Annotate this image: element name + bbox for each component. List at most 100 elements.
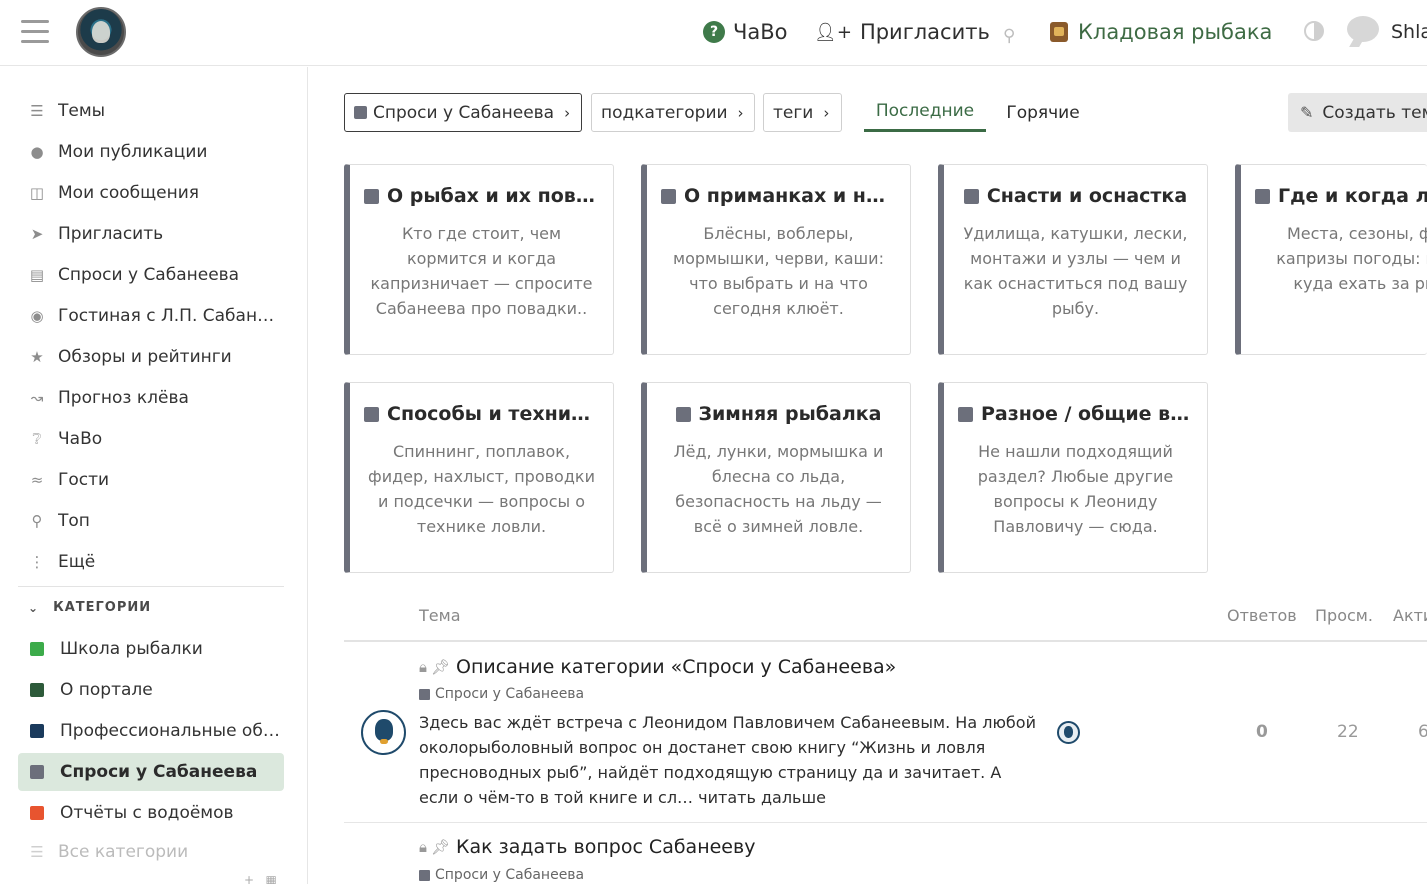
tab-latest[interactable]: Последние: [864, 93, 986, 132]
tab-hot[interactable]: Горячие: [996, 93, 1090, 132]
topic-row-divider: [344, 822, 1427, 823]
topic-category-badge[interactable]: Спроси у Сабанеева: [419, 686, 584, 702]
topic-activity[interactable]: 6: [1418, 722, 1427, 742]
table-header-divider: [344, 640, 1427, 642]
user-plus-icon: 👤︎+: [814, 21, 852, 43]
pin-icon: 📌︎: [430, 838, 451, 856]
topic-poster-avatar[interactable]: [1057, 721, 1080, 744]
sidebar-category-about[interactable]: О портале: [18, 671, 284, 709]
subcategory-card[interactable]: Зимняя рыбалка Лёд, лунки, мормышка и бл…: [641, 382, 911, 573]
sidebar-item-label: Ещё: [58, 552, 96, 572]
sidebar-item-label: Мои сообщения: [58, 183, 200, 203]
question-circle-icon: ?: [703, 21, 725, 43]
sidebar-item-label: Гостиная с Л.П. Сабане...: [58, 306, 278, 326]
category-color-swatch: [30, 683, 44, 697]
topic-title-link[interactable]: 🔒︎ 📌︎ Как задать вопрос Сабанееву: [419, 836, 755, 858]
subcategory-card[interactable]: О приманках и на... Блёсны, воблеры, мор…: [641, 164, 911, 355]
site-logo[interactable]: [76, 7, 126, 57]
topic-author-avatar[interactable]: [361, 710, 406, 755]
sidebar-item-my-posts[interactable]: ● Мои публикации: [18, 133, 284, 171]
sidebar-category-reports[interactable]: Отчёты с водоёмов: [18, 794, 284, 832]
topic-category-label: Спроси у Сабанеева: [435, 867, 585, 883]
sidebar-item-faq[interactable]: ❔︎ ЧаВо: [18, 420, 284, 458]
sidebar-all-categories[interactable]: ☰ Все категории: [18, 833, 284, 871]
header-invite-link[interactable]: 👤︎+ Пригласить: [814, 16, 990, 48]
sidebar-item-topics[interactable]: ☰ Темы: [18, 92, 284, 130]
sidebar-item-lounge[interactable]: ◉ Гостиная с Л.П. Сабане...: [18, 297, 284, 335]
search-icon[interactable]: ⚲: [1003, 20, 1015, 52]
category-color-swatch: [419, 688, 430, 700]
comments-icon: ◉: [30, 307, 44, 325]
sidebar-item-guests[interactable]: ≈ Гости: [18, 461, 284, 499]
sidebar-item-more[interactable]: ⋮ Ещё: [18, 543, 284, 581]
sidebar-item-label: Мои публикации: [58, 142, 208, 162]
header-store-link[interactable]: Кладовая рыбака: [1050, 16, 1272, 48]
breadcrumb-category-label: Спроси у Сабанеева: [373, 102, 555, 123]
sidebar-category-pro-reviews[interactable]: Профессиональные обз...: [18, 712, 284, 750]
subcategory-card[interactable]: О рыбах и их пова... Кто где стоит, чем …: [344, 164, 614, 355]
sidebar-category-label: Профессиональные обз...: [60, 721, 280, 741]
breadcrumb-tags-label: теги: [773, 102, 814, 123]
chevron-right-icon: ›: [823, 103, 830, 122]
breadcrumb-subcategory-dropdown[interactable]: подкатегории ›: [591, 93, 755, 132]
sidebar-category-ask-sabaneev[interactable]: Спроси у Сабанеева: [18, 753, 284, 791]
subcategory-card[interactable]: Где и когда лов... Места, сезоны, фазы и…: [1235, 164, 1427, 355]
category-color-swatch: [963, 188, 979, 204]
categories-section-header[interactable]: ⌄ КАТЕГОРИИ: [28, 600, 151, 615]
sidebar-item-reviews[interactable]: ★ Обзоры и рейтинги: [18, 338, 284, 376]
header-faq-link[interactable]: ? ЧаВо: [703, 16, 788, 48]
breadcrumb-tags-dropdown[interactable]: теги ›: [763, 93, 842, 132]
sidebar-category-label: Отчёты с водоёмов: [60, 803, 234, 823]
subcategory-title: О приманках и на...: [684, 185, 896, 207]
header-invite-label: Пригласить: [859, 20, 990, 44]
read-more-link[interactable]: читать дальше: [698, 788, 826, 807]
lock-icon: 🔒︎: [419, 838, 427, 856]
category-color-swatch: [364, 188, 379, 204]
subcategory-title: Где и когда лов...: [1278, 185, 1427, 207]
subcategory-description: Кто где стоит, чем кормится и когда капр…: [370, 224, 593, 318]
category-color-swatch: [354, 106, 367, 119]
sidebar-item-label: Гости: [58, 470, 110, 490]
sidebar-item-my-messages[interactable]: ◫ Мои сообщения: [18, 174, 284, 212]
chevron-right-icon: ›: [564, 103, 571, 122]
subcategory-card[interactable]: Снасти и оснастка Удилища, катушки, леск…: [938, 164, 1208, 355]
column-header-topic[interactable]: Тема: [419, 606, 461, 625]
ellipsis-vertical-icon: ⋮: [29, 553, 45, 571]
chevron-right-icon: ›: [737, 103, 744, 122]
topic-title-link[interactable]: 🔒︎ 📌︎ Описание категории «Спроси у Сабан…: [419, 656, 896, 678]
sidebar-category-label: Спроси у Сабанеева: [60, 762, 258, 782]
subcategory-card[interactable]: Способы и техник... Спиннинг, поплавок, …: [344, 382, 614, 573]
chat-bubble-icon[interactable]: [1347, 16, 1379, 42]
breadcrumb-category-dropdown[interactable]: Спроси у Сабанеева ›: [344, 93, 582, 132]
edit-icon: ✎: [1300, 103, 1314, 122]
topic-category-badge[interactable]: Спроси у Сабанеева: [419, 867, 584, 883]
sidebar-item-forecast[interactable]: ↝ Прогноз клёва: [18, 379, 284, 417]
subcategory-card[interactable]: Разное / общие во... Не нашли подходящий…: [938, 382, 1208, 573]
topic-replies-count: 0: [1256, 722, 1268, 742]
topic-excerpt: Здесь вас ждёт встреча с Леонидом Павлов…: [419, 710, 1044, 810]
subcategory-description: Блёсны, воблеры, мормышки, черви, каши: …: [673, 224, 884, 318]
column-header-activity[interactable]: Активность: [1393, 606, 1427, 625]
hamburger-menu-icon[interactable]: [21, 20, 49, 44]
sidebar-item-label: Топ: [58, 511, 90, 531]
sidebar-category-fishing-school[interactable]: Школа рыбалки: [18, 630, 284, 668]
category-color-swatch: [1255, 188, 1270, 204]
header-faq-label: ЧаВо: [733, 20, 788, 44]
topic-views-count: 22: [1337, 722, 1359, 742]
breadcrumb-subcategory-label: подкатегории: [601, 102, 728, 123]
sidebar: ☰ Темы ● Мои публикации ◫ Мои сообщения …: [0, 67, 308, 884]
sidebar-item-label: Прогноз клёва: [58, 388, 189, 408]
subcategory-title-row: Зимняя рыбалка: [661, 403, 896, 425]
header-username[interactable]: Shlaa: [1391, 16, 1427, 48]
theme-toggle-icon[interactable]: [1304, 21, 1324, 41]
column-header-replies[interactable]: Ответов: [1227, 606, 1297, 625]
category-color-swatch: [30, 642, 44, 656]
column-header-views[interactable]: Просм.: [1315, 606, 1373, 625]
sidebar-item-top[interactable]: ⚲ Топ: [18, 502, 284, 540]
sidebar-item-invite[interactable]: ➤ Пригласить: [18, 215, 284, 253]
sidebar-item-ask-sabaneev[interactable]: ▤ Спроси у Сабанеева: [18, 256, 284, 294]
create-topic-button[interactable]: ✎ Создать тему: [1288, 93, 1427, 132]
subcategory-title: Разное / общие во...: [981, 403, 1193, 425]
sidebar-footer-icons[interactable]: + ▦: [244, 873, 277, 884]
category-color-swatch: [419, 869, 430, 881]
